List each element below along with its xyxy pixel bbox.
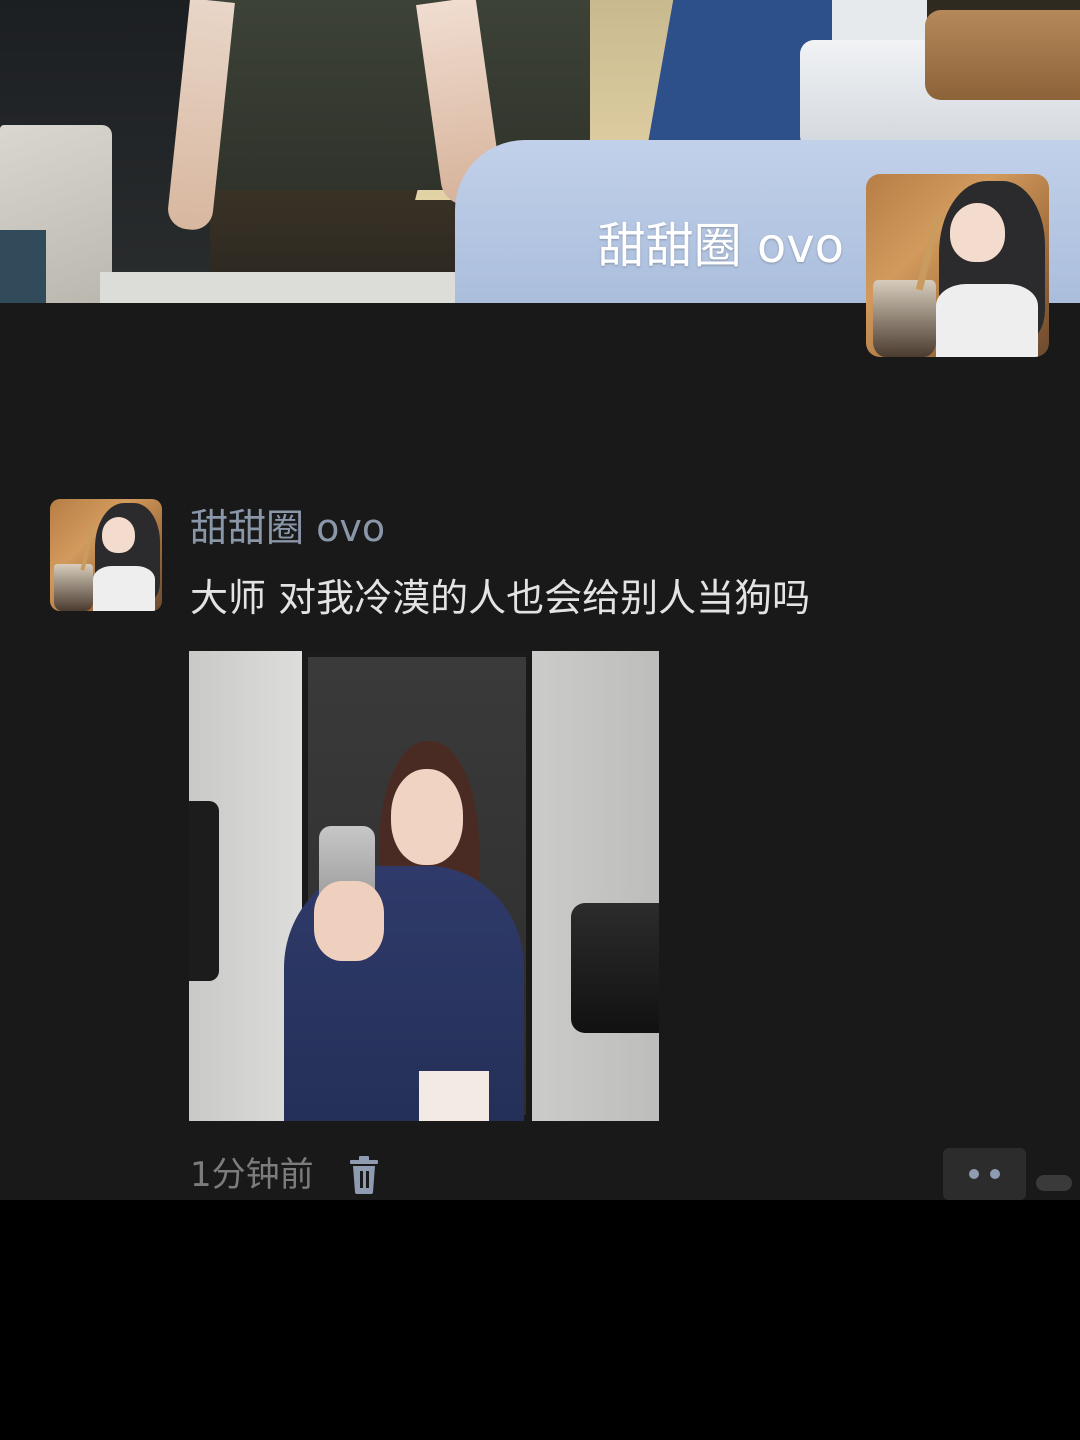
photo-hand [314, 881, 384, 961]
more-dots-icon [969, 1169, 979, 1179]
avatar-cup [54, 563, 93, 611]
profile-name[interactable]: 甜甜圈 ovo [598, 214, 844, 278]
avatar-shirt [92, 566, 156, 611]
avatar-image [866, 174, 1049, 357]
avatar-image [50, 499, 162, 611]
post-photo[interactable] [189, 651, 659, 1121]
more-options-button[interactable] [943, 1148, 1026, 1200]
photo-skirt [419, 1071, 489, 1121]
avatar-shirt [935, 283, 1038, 357]
post-author-avatar[interactable] [50, 499, 162, 611]
moments-screen: 甜甜圈 ovo 甜甜圈 ovo 大师 对我冷漠的人也会给别人当狗吗 1分钟前 [0, 0, 1080, 1200]
avatar-cup [873, 280, 936, 357]
avatar-face [950, 203, 1006, 262]
post-text: 大师 对我冷漠的人也会给别人当狗吗 [190, 576, 811, 620]
cover-monitor-screen [0, 230, 46, 303]
avatar-face [101, 516, 136, 553]
trash-icon[interactable] [346, 1155, 382, 1195]
cover-baseboard [100, 272, 480, 303]
profile-avatar[interactable] [866, 174, 1049, 357]
post-timestamp: 1分钟前 [190, 1155, 314, 1195]
cover-bag [925, 10, 1080, 100]
photo-face [391, 769, 463, 865]
photo-dispenser-right [571, 903, 659, 1033]
photo-dispenser-left [189, 801, 219, 981]
post-author-name[interactable]: 甜甜圈 ovo [190, 500, 385, 556]
more-dots-icon [990, 1169, 1000, 1179]
watermark-badge [1036, 1175, 1072, 1191]
